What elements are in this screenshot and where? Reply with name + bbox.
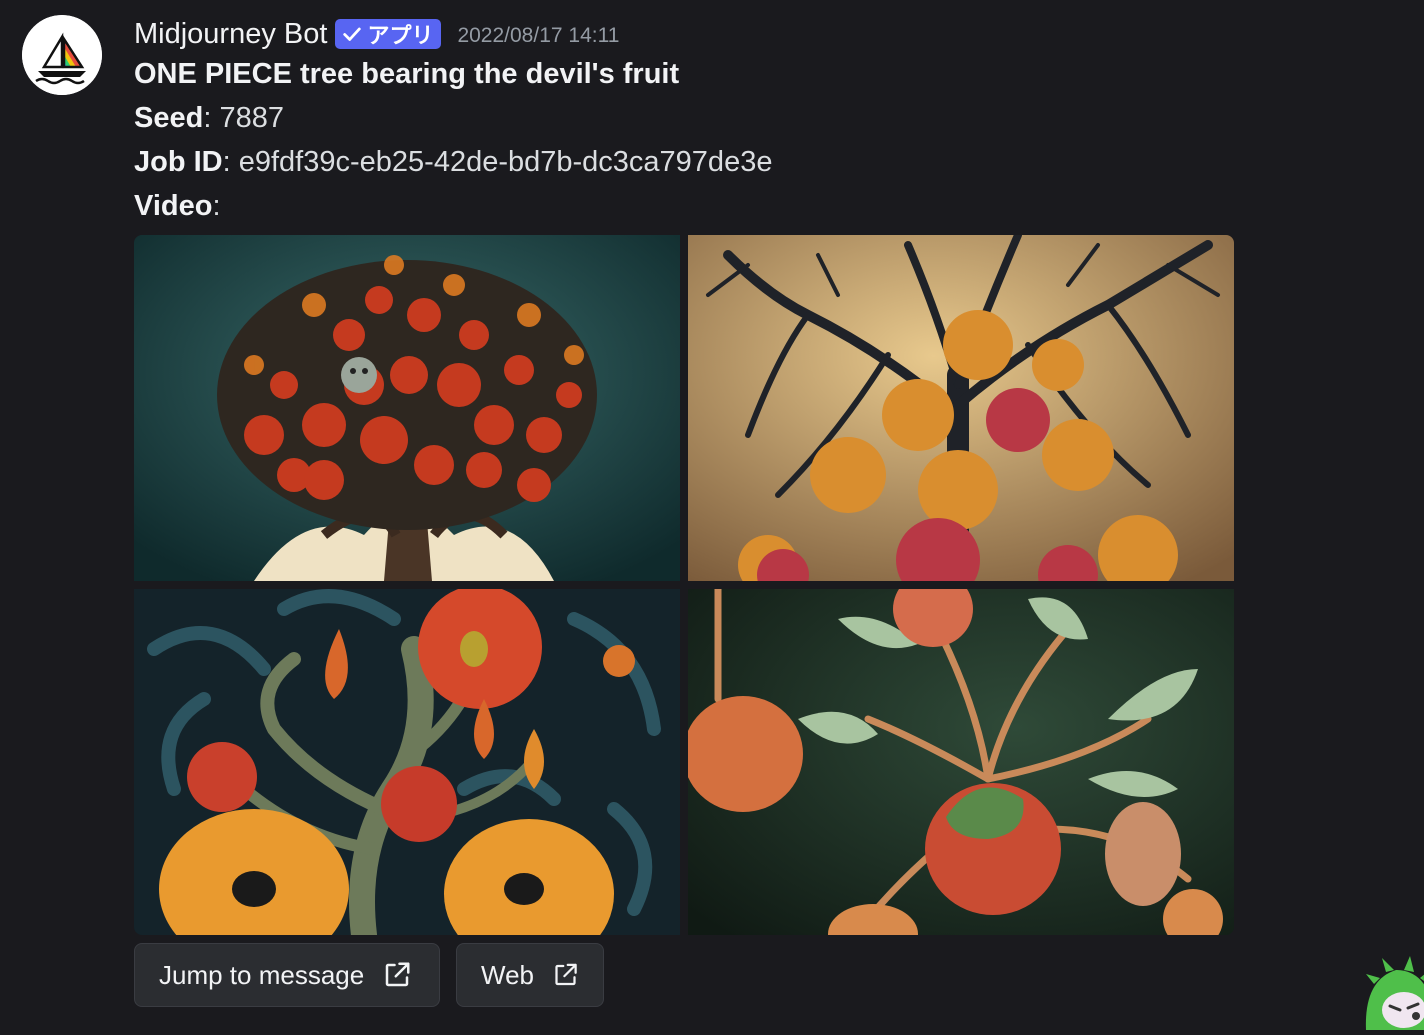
sailboat-logo-icon [22, 15, 102, 95]
jump-to-message-button[interactable]: Jump to message [134, 943, 440, 1007]
image-3[interactable] [134, 589, 680, 935]
jobid-line: Job ID: e9fdf39c-eb25-42de-bd7b-dc3ca797… [134, 146, 772, 179]
image-4[interactable] [688, 589, 1234, 935]
bot-avatar[interactable] [22, 15, 102, 95]
seed-value: : 7887 [203, 102, 284, 134]
video-value: : [212, 190, 221, 222]
web-label: Web [481, 959, 534, 990]
seed-line: Seed: 7887 [134, 102, 284, 135]
seed-label: Seed [134, 102, 204, 134]
prompt-text: ONE PIECE tree bearing the devil's fruit [134, 58, 680, 90]
badge-label: アプリ [367, 23, 434, 48]
dinosaur-mascot-icon [1365, 956, 1424, 1030]
external-link-icon [555, 963, 577, 986]
video-label: Video [134, 190, 213, 222]
external-link-icon [385, 962, 410, 987]
user-avatar[interactable] [1356, 950, 1424, 1030]
web-button[interactable]: Web [456, 943, 604, 1007]
message: Midjourney Bot アプリ 2022/08/17 14:11 ONE … [0, 0, 1424, 1030]
checkmark-icon [343, 27, 362, 41]
jobid-label: Job ID [134, 146, 223, 178]
jump-label: Jump to message [159, 959, 365, 990]
image-1[interactable] [134, 235, 680, 581]
message-header: Midjourney Bot アプリ 2022/08/17 14:11 [134, 14, 619, 54]
username[interactable]: Midjourney Bot [134, 18, 327, 51]
image-grid [134, 235, 1234, 935]
video-line: Video: [134, 190, 221, 223]
app-badge: アプリ [335, 19, 442, 49]
jobid-value: : e9fdf39c-eb25-42de-bd7b-dc3ca797de3e [222, 146, 773, 178]
image-2[interactable] [688, 235, 1234, 581]
timestamp: 2022/08/17 14:11 [457, 24, 620, 47]
